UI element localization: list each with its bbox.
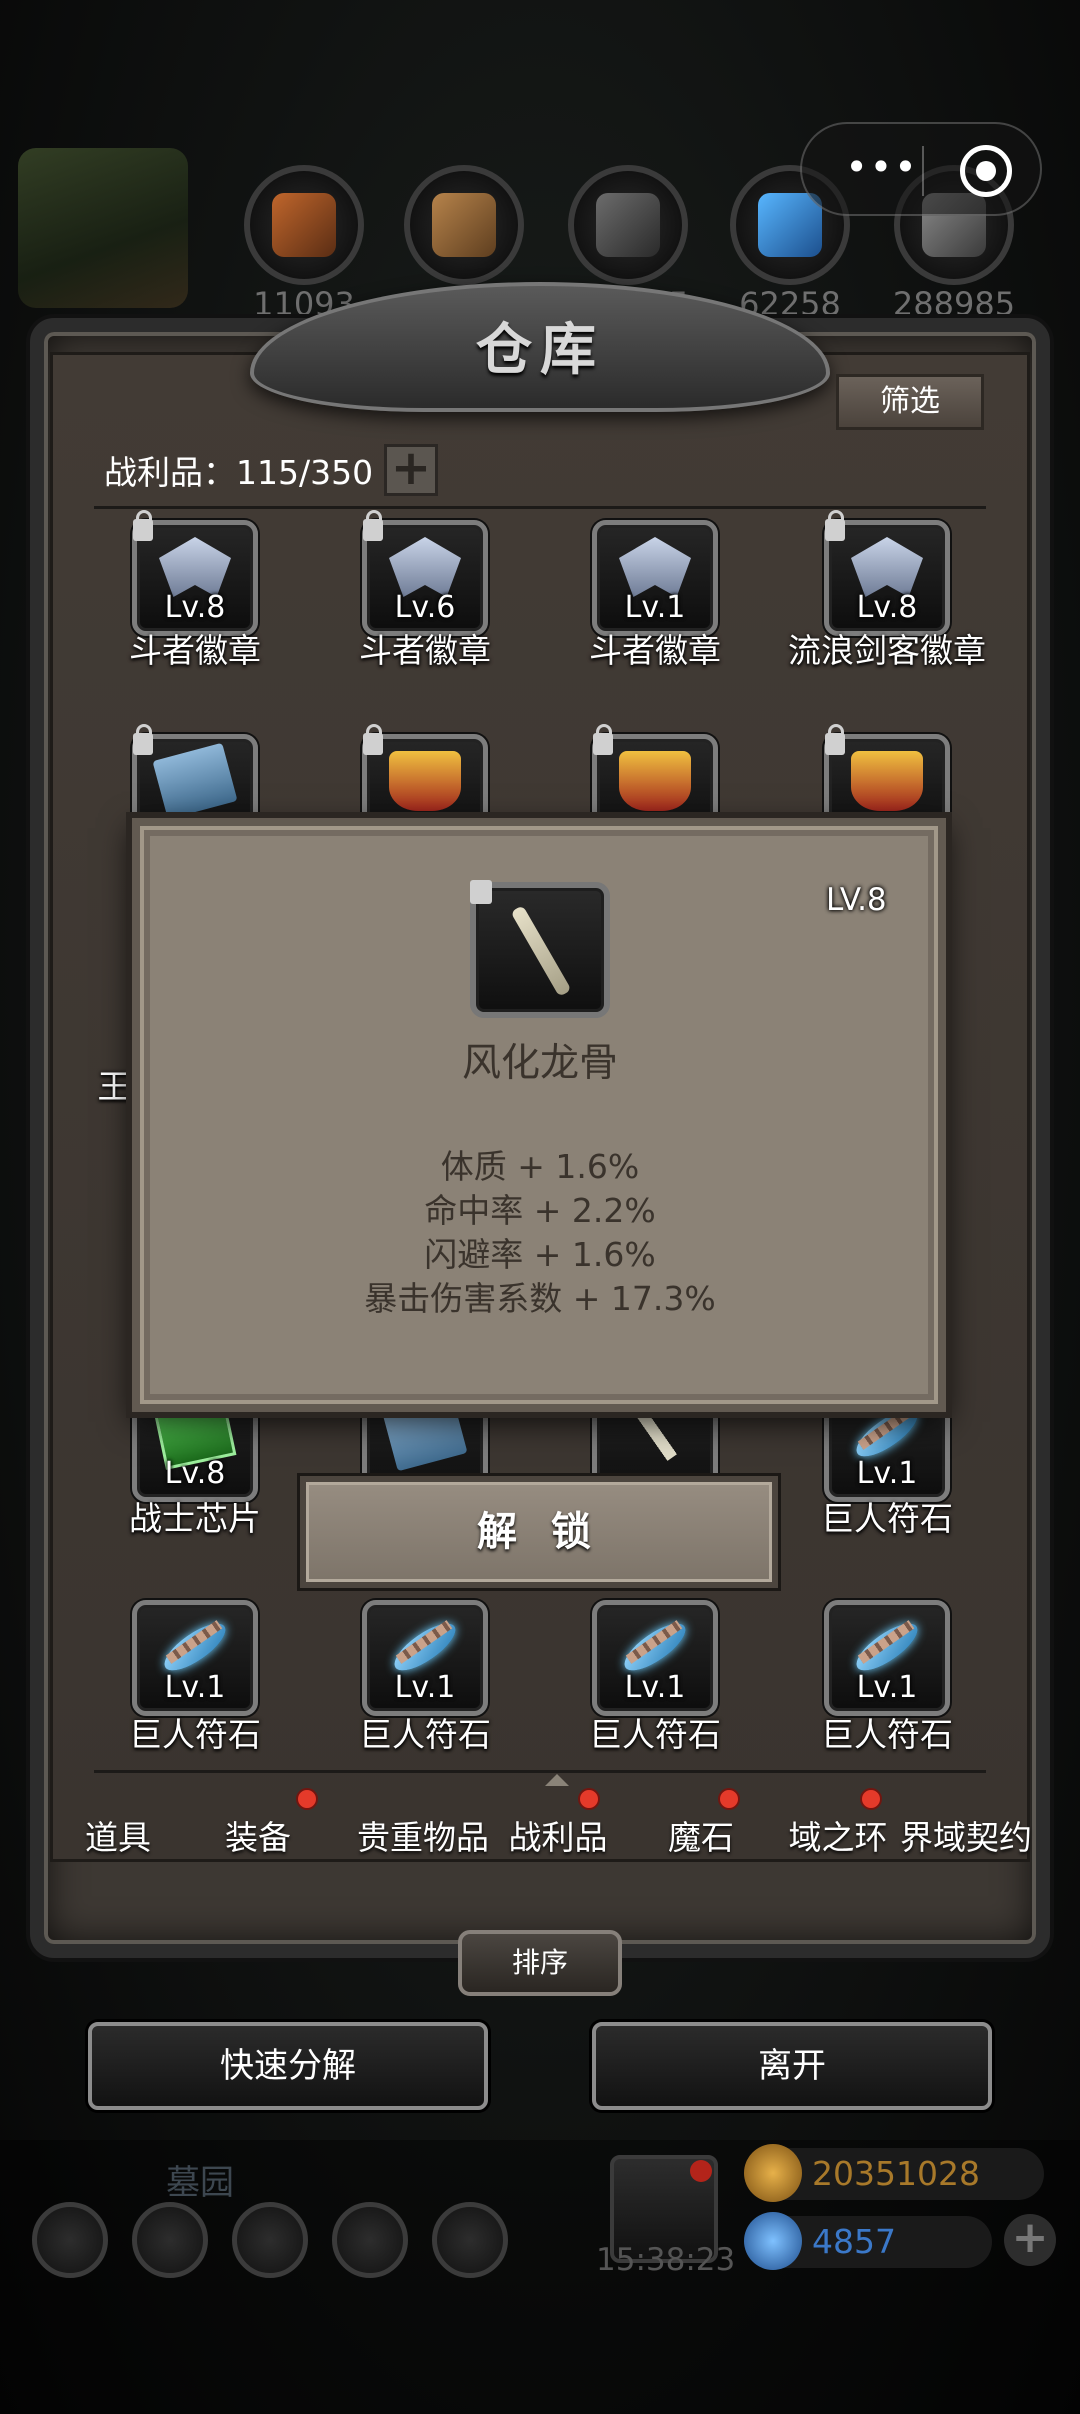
item-name: 风化龙骨 [461,1041,618,1086]
leave-button[interactable]: 离开 [592,2022,992,2110]
gold-icon [744,2144,802,2202]
item-name: 巨人符石 [821,1715,953,1754]
tab-items[interactable]: 道具 [58,1788,178,1888]
item-slot[interactable]: Lv.1 [592,1600,718,1716]
item-level: Lv.1 [624,590,686,625]
location-label: 墓园 [166,2163,234,2203]
notification-dot [578,1788,600,1810]
item-level: Lv.1 [856,1456,918,1491]
shield-icon [619,751,691,811]
lock-icon [133,724,153,755]
item-name: 巨人符石 [821,1499,953,1538]
notification-dot [860,1788,882,1810]
lock-icon [593,724,613,755]
item-level: Lv.1 [164,1670,226,1705]
badge-icon [851,537,923,597]
gem-amount: 4857 [812,2222,896,2261]
item-level: Lv.8 [164,1456,226,1491]
item-level: Lv.1 [624,1670,686,1705]
sort-button[interactable]: 排序 [458,1930,622,1996]
stat-line: 闪避率 + 1.6% [424,1235,656,1274]
loot-counter: 战利品：115/350 [104,453,374,492]
item-slot[interactable]: Lv.1 [132,1600,258,1716]
resource-icon-3 [568,165,688,285]
item-name: 斗者徽章 [129,631,261,670]
mail-icon[interactable] [332,2202,408,2278]
divider-top [94,506,986,509]
item-name: 斗者徽章 [359,631,491,670]
badge-icon [619,537,691,597]
more-menu-icon[interactable]: ••• [832,148,932,189]
lock-icon [363,510,383,541]
book-icon [152,742,238,820]
item-level: Lv.8 [856,590,918,625]
item-name: 巨人符石 [359,1715,491,1754]
tab-magic-stone[interactable]: 魔石 [636,1788,766,1888]
dice-icon[interactable] [432,2202,508,2278]
item-name: 斗者徽章 [589,631,721,670]
notification-dot [296,1788,318,1810]
item-slot[interactable]: Lv.8 [132,510,258,636]
item-level: Lv.1 [394,1670,456,1705]
tab-loot[interactable]: 战利品 [478,1788,638,1888]
notification-dot [718,1788,740,1810]
item-level: Lv.1 [856,1670,918,1705]
active-tab-caret [545,1774,569,1786]
page-title: 仓库 [476,318,604,383]
capsule-divider [922,146,924,196]
category-tabs: 道具 装备 贵重物品 战利品 魔石 域之环 界域契约 [58,1788,1038,1888]
item-slot[interactable]: Lv.6 [362,510,488,636]
badge-icon [389,537,461,597]
tab-realm-contract[interactable]: 界域契约 [894,1788,1038,1888]
item-level: Lv.8 [164,590,226,625]
resource-icon-1 [244,165,364,285]
shield-icon [851,751,923,811]
map-icon[interactable] [232,2202,308,2278]
stat-line: 命中率 + 2.2% [424,1191,656,1230]
lock-icon [825,724,845,755]
item-slot[interactable]: Lv.8 [824,510,950,636]
lock-icon [470,880,492,904]
gold-amount: 20351028 [812,2154,980,2193]
lock-icon [133,510,153,541]
add-currency-button[interactable]: + [1004,2214,1056,2266]
unlock-button[interactable]: 解 锁 [300,1476,778,1588]
stat-line: 暴击伤害系数 + 17.3% [364,1279,716,1318]
close-target-icon[interactable] [960,145,1012,197]
settings-icon[interactable] [32,2202,108,2278]
item-name: 巨人符石 [129,1715,261,1754]
item-icon-frame [470,880,610,1018]
item-level: LV.8 [826,882,887,918]
item-slot[interactable]: Lv.1 [824,1600,950,1716]
gem-icon [744,2212,802,2270]
stat-line: 体质 + 1.6% [440,1147,640,1186]
item-name: 流浪剑客徽章 [788,631,986,670]
filter-button[interactable]: 筛选 [836,374,984,430]
quick-decompose-button[interactable]: 快速分解 [88,2022,488,2110]
resource-icon-2 [404,165,524,285]
item-name: 战士芯片 [129,1499,261,1538]
badge-icon [159,537,231,597]
item-slot[interactable]: Lv.1 [362,1600,488,1716]
notification-dot [690,2160,712,2182]
shield-icon [389,751,461,811]
item-level: Lv.6 [394,590,456,625]
star-icon[interactable] [132,2202,208,2278]
divider-bottom [94,1770,986,1773]
item-name: 巨人符石 [589,1715,721,1754]
countdown-timer: 15:38:23 [596,2242,736,2278]
lock-icon [363,724,383,755]
dragon-bone-icon [510,905,572,997]
expand-capacity-button[interactable]: + [384,444,438,496]
lock-icon [825,510,845,541]
mini-program-capsule: ••• [800,122,1042,216]
item-slot[interactable]: Lv.1 [592,520,718,636]
